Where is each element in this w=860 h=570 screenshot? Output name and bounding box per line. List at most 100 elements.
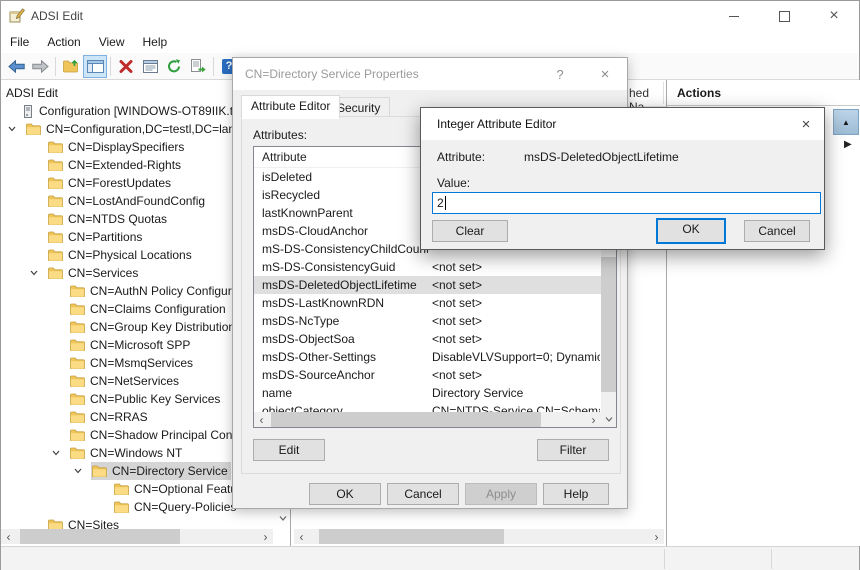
tree-node[interactable]: CN=Physical Locations xyxy=(47,246,195,264)
integer-ok-button[interactable]: OK xyxy=(656,218,726,244)
filter-button[interactable]: Filter xyxy=(537,439,609,461)
tree-item-label: CN=Extended-Rights xyxy=(68,156,181,174)
attribute-row-msds-sourceanchor[interactable]: msDS-SourceAnchor<not set> xyxy=(254,366,616,384)
list-horizontal-scrollbar[interactable]: ‹ › xyxy=(294,529,664,544)
menu-view[interactable]: View xyxy=(90,31,134,53)
folder-icon xyxy=(114,501,129,513)
tree-node[interactable]: CN=Extended-Rights xyxy=(47,156,184,174)
attribute-row-msds-other-settings[interactable]: msDS-Other-SettingsDisableVLVSupport=0; … xyxy=(254,348,616,366)
maximize-button[interactable] xyxy=(759,1,809,31)
export-list-icon[interactable] xyxy=(186,55,210,78)
attribute-row-msds-deletedobjectlifetime[interactable]: msDS-DeletedObjectLifetime<not set> xyxy=(254,276,616,294)
tree-scroll-down-icon[interactable] xyxy=(275,511,290,526)
chevron-expanded-icon[interactable] xyxy=(7,124,25,134)
scroll-left-icon[interactable]: ‹ xyxy=(1,529,16,544)
tree-item-label: CN=AuthN Policy Configura xyxy=(90,282,238,300)
tree-node[interactable]: Configuration [WINDOWS-OT89IIK.testl xyxy=(21,102,255,120)
tree-node[interactable]: CN=Microsoft SPP xyxy=(69,336,193,354)
attribute-row-ms-ds-consistencyguid[interactable]: mS-DS-ConsistencyGuid<not set> xyxy=(254,258,616,276)
attribute-name: isDeleted xyxy=(262,168,428,186)
tree-item-label: CN=Shadow Principal Config xyxy=(90,426,245,444)
up-one-level-icon[interactable] xyxy=(59,55,83,78)
scroll-thumb[interactable] xyxy=(319,529,504,544)
tree-item-label: CN=LostAndFoundConfig xyxy=(68,192,205,210)
scroll-right-icon[interactable]: › xyxy=(258,529,273,544)
menu-help[interactable]: Help xyxy=(134,31,177,53)
attribute-list-hscrollbar[interactable]: ‹ › xyxy=(254,412,601,427)
scroll-thumb[interactable] xyxy=(601,257,616,392)
tree-node[interactable]: CN=Group Key Distribution S xyxy=(69,318,249,336)
tree-node[interactable]: CN=Windows NT xyxy=(69,444,185,462)
scroll-down-icon[interactable] xyxy=(601,412,616,427)
scroll-thumb[interactable] xyxy=(20,529,180,544)
tree-node[interactable]: CN=Shadow Principal Config xyxy=(69,426,248,444)
delete-icon[interactable] xyxy=(114,55,138,78)
tree-node[interactable]: CN=NTDS Quotas xyxy=(47,210,170,228)
tree-node[interactable]: CN=Directory Service xyxy=(91,462,231,480)
properties-ok-button[interactable]: OK xyxy=(309,483,381,505)
back-icon[interactable] xyxy=(4,55,28,78)
tree-node[interactable]: CN=Optional Feature xyxy=(113,480,251,498)
tree-node[interactable]: CN=DisplaySpecifiers xyxy=(47,138,187,156)
adsi-edit-app-icon xyxy=(9,8,25,24)
tree-node[interactable]: CN=ForestUpdates xyxy=(47,174,174,192)
show-console-tree-icon[interactable] xyxy=(83,55,107,78)
tree-node[interactable]: CN=Services xyxy=(47,264,141,282)
scroll-right-icon[interactable]: › xyxy=(586,412,601,427)
value-input[interactable]: 2 xyxy=(432,192,821,214)
attribute-row-name[interactable]: nameDirectory Service xyxy=(254,384,616,402)
tree-node[interactable]: CN=RRAS xyxy=(69,408,151,426)
tree-node[interactable]: CN=Query-Policies xyxy=(113,498,239,516)
folder-icon xyxy=(48,195,63,207)
dialog-title: Integer Attribute Editor xyxy=(437,117,556,131)
tree-node[interactable]: ADSI Edit xyxy=(5,84,61,102)
scroll-left-icon[interactable]: ‹ xyxy=(254,412,269,427)
attribute-row-msds-nctype[interactable]: msDS-NcType<not set> xyxy=(254,312,616,330)
scroll-thumb[interactable] xyxy=(271,412,541,427)
column-divider xyxy=(663,82,664,104)
dialog-close-button[interactable]: × xyxy=(787,108,825,140)
properties-help-button[interactable]: Help xyxy=(543,483,609,505)
close-button[interactable]: × xyxy=(809,1,859,31)
tree-item-label: CN=MsmqServices xyxy=(90,354,193,372)
tree-item-label: CN=Optional Feature xyxy=(134,480,248,498)
dialog-help-button[interactable]: ? xyxy=(543,58,577,90)
status-divider xyxy=(664,549,665,569)
edit-button[interactable]: Edit xyxy=(253,439,325,461)
properties-icon[interactable] xyxy=(138,55,162,78)
chevron-expanded-icon[interactable] xyxy=(51,448,69,458)
tree-node[interactable]: CN=LostAndFoundConfig xyxy=(47,192,208,210)
refresh-icon[interactable] xyxy=(162,55,186,78)
tree-node[interactable]: CN=MsmqServices xyxy=(69,354,196,372)
column-attribute[interactable]: Attribute xyxy=(262,147,307,167)
dialog-close-button[interactable]: × xyxy=(585,58,625,90)
scroll-right-icon[interactable]: › xyxy=(649,529,664,544)
chevron-expanded-icon[interactable] xyxy=(73,466,91,476)
tree-node[interactable]: CN=Claims Configuration xyxy=(69,300,229,318)
menu-file[interactable]: File xyxy=(1,31,38,53)
tree-horizontal-scrollbar[interactable]: ‹ › xyxy=(1,529,273,544)
tab-attribute-editor[interactable]: Attribute Editor xyxy=(241,95,340,119)
attribute-row-msds-lastknownrdn[interactable]: msDS-LastKnownRDN<not set> xyxy=(254,294,616,312)
tree-node[interactable]: CN=AuthN Policy Configura xyxy=(69,282,241,300)
integer-cancel-button[interactable]: Cancel xyxy=(744,220,810,242)
chevron-expanded-icon[interactable] xyxy=(29,268,47,278)
tree-node[interactable]: CN=NetServices xyxy=(69,372,182,390)
properties-cancel-button[interactable]: Cancel xyxy=(387,483,459,505)
tree-node[interactable]: CN=Public Key Services xyxy=(69,390,223,408)
clear-button[interactable]: Clear xyxy=(432,220,508,242)
more-actions-arrow-icon[interactable]: ▶ xyxy=(844,139,852,150)
scroll-left-icon[interactable]: ‹ xyxy=(294,529,309,544)
tree-node[interactable]: CN=Partitions xyxy=(47,228,145,246)
tree-node[interactable]: CN=Configuration,DC=testl,DC=lan xyxy=(25,120,238,138)
folder-icon xyxy=(70,393,85,405)
attribute-row-msds-objectsoa[interactable]: msDS-ObjectSoa<not set> xyxy=(254,330,616,348)
tree-item-label: CN=Microsoft SPP xyxy=(90,336,190,354)
attribute-value: <not set> xyxy=(432,312,600,330)
actions-collapse-button[interactable]: ▲ xyxy=(833,109,859,135)
menu-action[interactable]: Action xyxy=(38,31,89,53)
folder-icon xyxy=(70,321,85,333)
tree-item-label: CN=ForestUpdates xyxy=(68,174,171,192)
forward-icon[interactable] xyxy=(28,55,52,78)
minimize-button[interactable] xyxy=(709,1,759,31)
